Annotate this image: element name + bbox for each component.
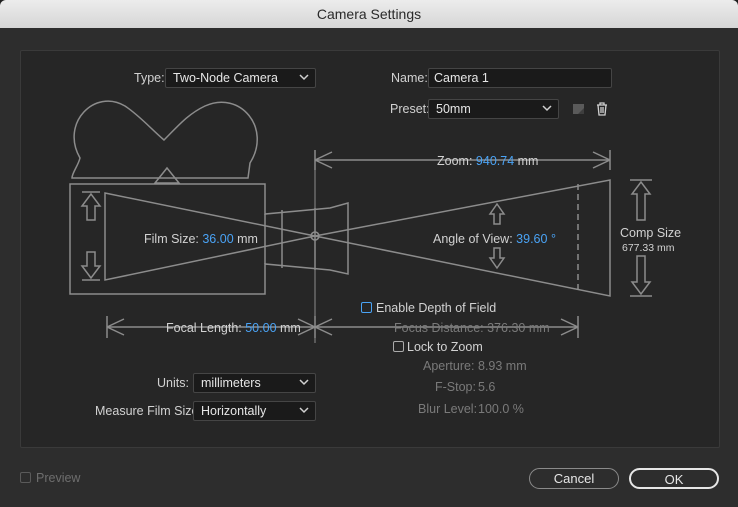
save-preset-icon (573, 104, 584, 114)
units-dropdown[interactable]: millimeters (193, 373, 316, 393)
measure-film-size-value: Horizontally (201, 404, 267, 418)
camera-reel-notch (153, 166, 181, 184)
measure-film-size-label: Measure Film Size: (95, 404, 202, 418)
focal-length-readout: Focal Length: 50.00 mm (166, 321, 301, 335)
zoom-label: Zoom: (437, 154, 473, 168)
film-size-readout: Film Size: 36.00 mm (144, 232, 258, 246)
film-size-value[interactable]: 36.00 (202, 232, 233, 246)
zoom-value[interactable]: 940.74 (476, 154, 514, 168)
fstop-label: F-Stop: (435, 380, 476, 394)
focus-distance-value: 376.30 mm (487, 321, 550, 335)
camera-reels-outline (71, 100, 258, 179)
enable-dof-checkbox[interactable] (361, 302, 372, 313)
lock-to-zoom-checkbox[interactable] (393, 341, 404, 352)
preset-label: Preset: (390, 102, 430, 116)
angle-unit: ° (550, 232, 556, 246)
comp-size-value: 677.33 mm (622, 242, 675, 254)
units-label: Units: (157, 376, 189, 390)
chevron-down-icon (299, 74, 309, 81)
focal-length-value[interactable]: 50.00 (245, 321, 276, 335)
blur-level-label: Blur Level: (418, 402, 478, 416)
type-value: Two-Node Camera (173, 71, 278, 85)
angle-value[interactable]: 39.60 (516, 232, 547, 246)
camera-diagram (69, 100, 652, 343)
type-label: Type: (134, 71, 165, 85)
angle-label: Angle of View: (433, 232, 513, 246)
preset-value: 50mm (436, 102, 471, 116)
delete-preset-button[interactable] (592, 99, 612, 119)
measure-film-size-dropdown[interactable]: Horizontally (193, 401, 316, 421)
aperture-value: 8.93 mm (478, 359, 527, 373)
title-bar: Camera Settings (0, 0, 738, 29)
angle-of-view-readout: Angle of View: 39.60 ° (433, 232, 556, 246)
focal-length-label: Focal Length: (166, 321, 242, 335)
focus-distance-label: Focus Distance: (394, 321, 484, 335)
name-input[interactable]: Camera 1 (428, 68, 612, 88)
zoom-unit: mm (517, 154, 539, 168)
focus-distance-readout: Focus Distance: 376.30 mm (394, 321, 550, 335)
save-preset-button[interactable] (569, 99, 589, 119)
chevron-down-icon (299, 407, 309, 414)
aperture-label: Aperture: (423, 359, 475, 373)
trash-icon (597, 102, 607, 116)
camera-lens-outline (264, 208, 316, 270)
focal-length-unit: mm (280, 321, 301, 335)
enable-dof-label: Enable Depth of Field (376, 301, 497, 315)
zoom-readout: Zoom: 940.74 mm (437, 154, 538, 168)
window-title: Camera Settings (316, 6, 422, 22)
camera-settings-dialog: Type: Two-Node Camera Name: Camera 1 Pre… (0, 28, 738, 507)
ok-button[interactable]: OK (629, 468, 719, 489)
type-dropdown[interactable]: Two-Node Camera (165, 68, 316, 88)
preview-label: Preview (36, 471, 81, 485)
film-size-unit: mm (237, 232, 258, 246)
cancel-button[interactable]: Cancel (529, 468, 619, 489)
lock-to-zoom-label: Lock to Zoom (407, 340, 483, 354)
film-size-arrows (80, 191, 102, 281)
preview-checkbox[interactable] (20, 472, 31, 483)
film-size-label: Film Size: (144, 232, 199, 246)
blur-level-value: 100.0 % (478, 402, 524, 416)
chevron-down-icon (542, 105, 552, 112)
chevron-down-icon (299, 379, 309, 386)
preset-dropdown[interactable]: 50mm (428, 99, 559, 119)
name-label: Name: (391, 71, 428, 85)
comp-size-label: Comp Size (620, 226, 682, 240)
fstop-value: 5.6 (478, 380, 496, 394)
units-value: millimeters (201, 376, 261, 390)
